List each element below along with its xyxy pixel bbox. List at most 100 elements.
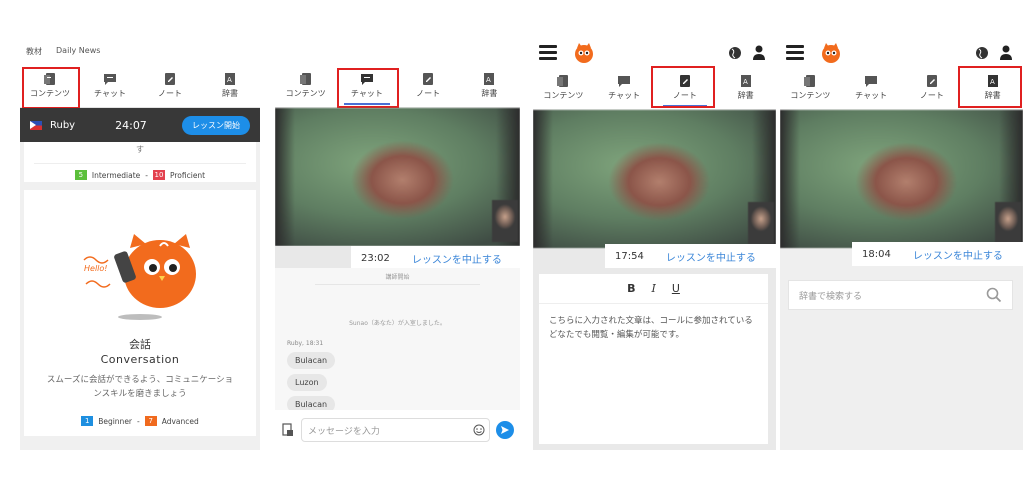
attach-file-icon[interactable]	[281, 423, 295, 437]
level-badge-high: 10	[152, 170, 165, 180]
content-icon	[299, 73, 311, 85]
app-header	[533, 40, 776, 66]
note-icon	[165, 73, 175, 85]
note-body[interactable]: こちらに入力された文章は、コールに参加されているどなたでも閲覧・編集が可能です。	[539, 304, 768, 353]
note-panel: コンテンツ チャット ノート A 辞書 17:54 レッスンを中止する B I …	[533, 40, 776, 450]
previous-course-card[interactable]: す 5 Intermediate - 10 Proficient	[24, 142, 256, 182]
dictionary-icon: A	[225, 73, 235, 85]
level-badge-high: 7	[144, 416, 157, 426]
content-icon	[557, 75, 569, 87]
send-button[interactable]	[496, 421, 514, 439]
lesson-timer: 24:07	[115, 118, 147, 132]
tab-chat-label: チャット	[94, 89, 126, 98]
dictionary-search-input[interactable]: 辞書で検索する	[788, 280, 1013, 310]
chat-panel: コンテンツ チャット ノート A 辞書 23:02 レッスンを中止する 講師開始…	[275, 40, 520, 450]
level-high-label: Proficient	[169, 170, 206, 180]
owl-logo-icon	[575, 43, 593, 63]
timer-bar: 23:02 レッスンを中止する	[275, 246, 520, 270]
bold-button[interactable]: B	[627, 282, 635, 295]
highlight-box	[958, 66, 1022, 108]
hamburger-menu-icon[interactable]	[539, 45, 557, 60]
tab-dictionary[interactable]: A 辞書	[715, 66, 776, 109]
mascot-shadow	[118, 314, 162, 320]
tab-note-label: ノート	[158, 89, 182, 98]
hamburger-menu-icon[interactable]	[786, 45, 804, 60]
start-lesson-button[interactable]: レッスン開始	[182, 115, 250, 135]
user-icon[interactable]	[999, 45, 1013, 60]
level-low-label: Beginner	[98, 416, 133, 426]
stop-lesson-link[interactable]: レッスンを中止する	[900, 242, 1023, 266]
video-feed	[780, 110, 1023, 248]
italic-button[interactable]: I	[651, 282, 655, 295]
tab-dictionary[interactable]: A 辞書	[200, 64, 260, 107]
lesson-timer: 23:02	[351, 246, 400, 270]
system-message: 講師開始	[385, 274, 410, 281]
tab-note[interactable]: ノート	[902, 66, 963, 109]
search-placeholder: 辞書で検索する	[799, 291, 863, 302]
chat-message: Bulacan	[287, 352, 336, 369]
tab-chat[interactable]: チャット	[594, 66, 655, 109]
svg-text:A: A	[486, 76, 491, 84]
dictionary-icon: A	[484, 73, 495, 85]
tab-content[interactable]: コンテンツ	[533, 66, 594, 109]
user-icon[interactable]	[752, 45, 766, 60]
lesson-bar: Ruby 24:07 レッスン開始	[20, 108, 260, 142]
content-icon	[804, 75, 816, 87]
emoji-icon[interactable]	[473, 424, 485, 436]
timer-bar: 18:04 レッスンを中止する	[780, 242, 1023, 266]
tab-note[interactable]: ノート	[398, 64, 459, 107]
self-view-video	[995, 202, 1021, 244]
tab-chat[interactable]: チャット	[80, 64, 140, 107]
highlight-box	[337, 68, 399, 108]
tab-dictionary-label: 辞書	[222, 89, 238, 98]
system-message: Sunao（あなた）が入室しました。	[349, 320, 446, 327]
stop-lesson-link[interactable]: レッスンを中止する	[399, 246, 520, 270]
chat-icon	[104, 74, 116, 85]
daily-news-link[interactable]: Daily News	[56, 46, 100, 57]
tab-content[interactable]: コンテンツ	[275, 64, 336, 107]
highlight-box	[22, 67, 80, 109]
search-icon[interactable]	[986, 287, 1002, 303]
underline-button[interactable]: U	[672, 282, 680, 295]
mascot-hello-text: Hello!	[84, 264, 108, 273]
level-high-label: Advanced	[161, 416, 199, 426]
tab-dictionary-label: 辞書	[737, 91, 754, 100]
tutor-name: Ruby	[50, 119, 76, 131]
dictionary-panel: コンテンツ チャット ノート A 辞書 18:04 レッスンを中止する 辞書で検…	[780, 40, 1023, 450]
svg-text:A: A	[227, 76, 232, 84]
tab-content-label: コンテンツ	[790, 91, 831, 100]
globe-icon[interactable]	[975, 46, 989, 60]
level-badge-low: 1	[81, 416, 94, 426]
svg-text:A: A	[743, 78, 748, 86]
self-view-video	[492, 200, 518, 242]
app-header	[780, 40, 1023, 66]
lesson-timer: 17:54	[605, 244, 654, 268]
format-toolbar: B I U	[539, 274, 768, 304]
lesson-timer: 18:04	[852, 242, 901, 266]
stop-lesson-link[interactable]: レッスンを中止する	[653, 244, 776, 268]
send-icon	[501, 426, 509, 434]
globe-icon[interactable]	[728, 46, 742, 60]
materials-link[interactable]: 教材	[26, 46, 42, 57]
conversation-course-card[interactable]: Hello! 会話 Conversation スムーズに会話ができるよう、コミュ…	[24, 190, 256, 436]
owl-logo-icon	[822, 43, 840, 63]
course-level-range: 1 Beginner - 7 Advanced	[24, 416, 256, 426]
tab-chat-label: チャット	[608, 91, 641, 100]
tab-chat-label: チャット	[855, 91, 888, 100]
dictionary-icon: A	[740, 75, 751, 87]
level-low-label: Intermediate	[91, 170, 141, 180]
level-badge-low: 5	[74, 170, 87, 180]
note-editor[interactable]: B I U こちらに入力された文章は、コールに参加されているどなたでも閲覧・編集…	[539, 274, 768, 444]
tab-note-label: ノート	[919, 91, 944, 100]
tab-content[interactable]: コンテンツ	[780, 66, 841, 109]
tab-note[interactable]: ノート	[140, 64, 200, 107]
chat-input-row: メッセージを入力	[275, 410, 520, 450]
tab-dictionary[interactable]: A 辞書	[459, 64, 520, 107]
message-input[interactable]: メッセージを入力	[301, 418, 490, 442]
chat-log: 講師開始 Sunao（あなた）が入室しました。 Ruby, 18:31 Bula…	[275, 268, 520, 413]
level-separator: -	[137, 416, 140, 426]
tab-note-label: ノート	[416, 89, 441, 98]
tab-chat[interactable]: チャット	[841, 66, 902, 109]
truncated-text: す	[136, 145, 144, 154]
timer-bar: 17:54 レッスンを中止する	[533, 244, 776, 268]
